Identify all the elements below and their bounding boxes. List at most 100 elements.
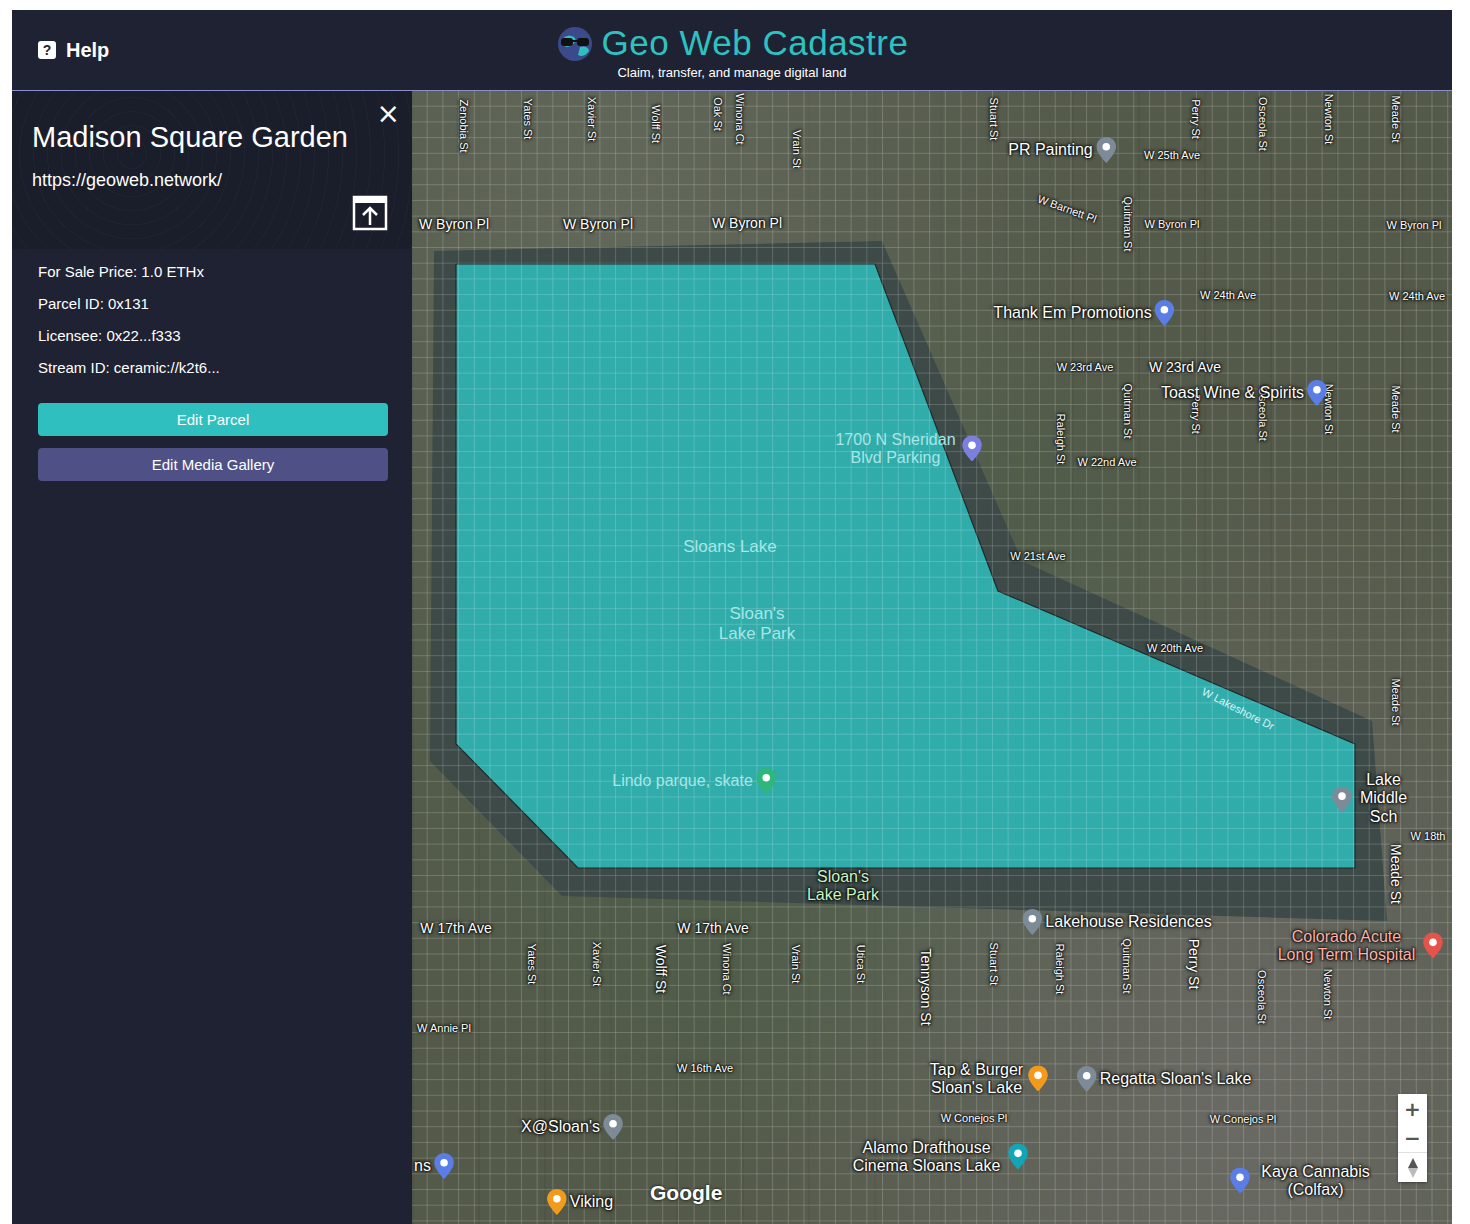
help-label: Help (66, 39, 109, 62)
poi-name: PR Painting (1008, 141, 1093, 159)
map-label: W 25th Ave (1144, 149, 1200, 162)
google-attribution: Google (650, 1181, 722, 1205)
poi-name: Lindo parque, skate (612, 772, 753, 790)
map-poi[interactable]: Thank Em Promotions (993, 300, 1174, 326)
map-label: Stuart St (988, 98, 1001, 141)
map-pin-icon (1077, 1066, 1097, 1092)
poi-row: Toast Wine & Spirits (1161, 380, 1327, 406)
map-label: Yates St (526, 944, 539, 985)
map-poi[interactable]: Tap & Burger Sloan's Lake (928, 1061, 1048, 1098)
logo: Geo Web Cadastre Claim, transfer, and ma… (556, 20, 909, 80)
detail-row: For Sale Price: 1.0 ETHx (38, 263, 386, 281)
map-label: Zenobia St (458, 99, 471, 152)
map-label: Osceola St (1257, 97, 1270, 151)
map-label: Winona Ct (721, 943, 734, 994)
map-label: W Byron Pl (419, 216, 489, 232)
app: ? Help Geo Web Cadastre Claim, transfer,… (12, 10, 1452, 1224)
map-label: Xavier St (591, 942, 604, 987)
poi-name: Kaya Cannabis (Colfax) (1253, 1163, 1378, 1200)
parcel-details: For Sale Price: 1.0 ETHx Parcel ID: 0x131… (12, 249, 412, 377)
poi-name: 1700 N Sheridan Blvd Parking (832, 431, 959, 468)
map-poi[interactable]: X@Sloan's (521, 1114, 623, 1140)
poi-row: ns (414, 1153, 454, 1179)
map-pin-icon (1096, 137, 1116, 163)
poi-row: Thank Em Promotions (993, 300, 1174, 326)
map-label: Raleigh St (1054, 944, 1067, 995)
logo-title: Geo Web Cadastre (602, 24, 909, 63)
map-label: Meade St (1388, 844, 1404, 904)
map-pin-icon (1155, 300, 1175, 326)
map-label: W 24th Ave (1389, 290, 1445, 303)
poi-row: Kaya Cannabis (Colfax) (1230, 1163, 1378, 1200)
poi-name: Lakehouse Residences (1045, 913, 1211, 931)
map-label: W Conejos Pl (1210, 1113, 1277, 1126)
poi-name: X@Sloan's (521, 1118, 600, 1136)
poi-name: ns (414, 1157, 431, 1175)
map-label: Meade St (1390, 95, 1403, 142)
map-poi[interactable]: PR Painting (1008, 137, 1116, 163)
help-button[interactable]: ? Help (12, 39, 556, 62)
close-button[interactable]: × (371, 99, 406, 129)
map-poi[interactable]: Lake Middle Sch (1332, 771, 1412, 826)
map-pin-icon (547, 1189, 567, 1215)
map-label: W 17th Ave (677, 920, 748, 936)
poi-row: Regatta Sloan's Lake (1077, 1066, 1252, 1092)
map-label: Wolff St (653, 945, 669, 994)
map-poi[interactable]: Colorado Acute Long Term Hospital (1273, 928, 1443, 965)
map-label: Vrain St (790, 945, 803, 984)
compass-button[interactable] (1398, 1152, 1427, 1182)
map-label: Meade St (1390, 385, 1403, 432)
map-label: W 23rd Ave (1057, 361, 1114, 374)
map-poi[interactable]: Lindo parque, skate (612, 768, 776, 794)
map-label: Newton St (1323, 94, 1336, 145)
map-label: Sloans Lake (683, 537, 777, 557)
map-label: W Byron Pl (1144, 218, 1199, 231)
action-button[interactable]: Edit Media Gallery (38, 448, 388, 481)
map-poi[interactable]: Toast Wine & Spirits (1161, 380, 1327, 406)
parcel-panel: × Madison Square Garden https://geoweb.n… (12, 91, 412, 1224)
poi-name: Toast Wine & Spirits (1161, 384, 1304, 402)
map-label: Yates St (522, 99, 535, 140)
map-label: Perry St (1186, 939, 1202, 990)
zoom-in-button[interactable]: + (1398, 1094, 1427, 1123)
detail-row: Parcel ID: 0x131 (38, 295, 386, 313)
map-label: Quitman St (1122, 383, 1135, 438)
map-poi[interactable]: 1700 N Sheridan Blvd Parking (832, 431, 982, 468)
action-button[interactable]: Edit Parcel (38, 403, 388, 436)
map-pin-icon (1230, 1168, 1250, 1194)
map-label: W Byron Pl (1386, 219, 1441, 232)
map-label: Quitman St (1122, 196, 1135, 251)
logo-row: Geo Web Cadastre (556, 24, 909, 63)
map-label: Vrain St (791, 130, 804, 169)
poi-row: Alamo Drafthouse Cinema Sloans Lake (848, 1139, 1028, 1176)
zoom-out-button[interactable]: − (1398, 1123, 1427, 1152)
share-button[interactable] (32, 195, 392, 231)
map-pin-icon (1028, 1066, 1048, 1092)
poi-name: Viking (570, 1193, 613, 1211)
poi-row: Colorado Acute Long Term Hospital (1273, 928, 1443, 965)
map-poi[interactable]: Regatta Sloan's Lake (1077, 1066, 1252, 1092)
poi-row: Lakehouse Residences (1022, 909, 1211, 935)
map-poi[interactable]: Kaya Cannabis (Colfax) (1230, 1163, 1378, 1200)
map-label: Sloan's Lake Park (798, 868, 888, 905)
map-label: W 16th Ave (677, 1062, 733, 1075)
map-label: Wolff St (650, 105, 663, 143)
detail-row: Licensee: 0x22...f333 (38, 327, 386, 345)
poi-row: Lake Middle Sch (1332, 771, 1412, 826)
map-label: W Byron Pl (563, 216, 633, 232)
grid (412, 91, 1452, 1224)
map-label: W 21st Ave (1010, 550, 1065, 563)
map-poi[interactable]: Viking (547, 1189, 613, 1215)
parcel-url[interactable]: https://geoweb.network/ (32, 170, 392, 191)
map-pin-icon (434, 1153, 454, 1179)
map-label: W Conejos Pl (941, 1112, 1008, 1125)
panel-actions: Edit Parcel Edit Media Gallery (12, 377, 412, 481)
map-poi[interactable]: Lakehouse Residences (1022, 909, 1211, 935)
poi-name: Lake Middle Sch (1355, 771, 1412, 826)
map-poi[interactable]: Alamo Drafthouse Cinema Sloans Lake (848, 1139, 1028, 1176)
map[interactable]: Zenobia StYates StXavier StWolff StOak S… (412, 91, 1452, 1224)
map-poi[interactable]: ns (414, 1153, 454, 1179)
map-label: W 18th (1411, 830, 1446, 843)
map-pin-icon (1423, 933, 1443, 959)
map-label: Quitman St (1121, 938, 1134, 993)
